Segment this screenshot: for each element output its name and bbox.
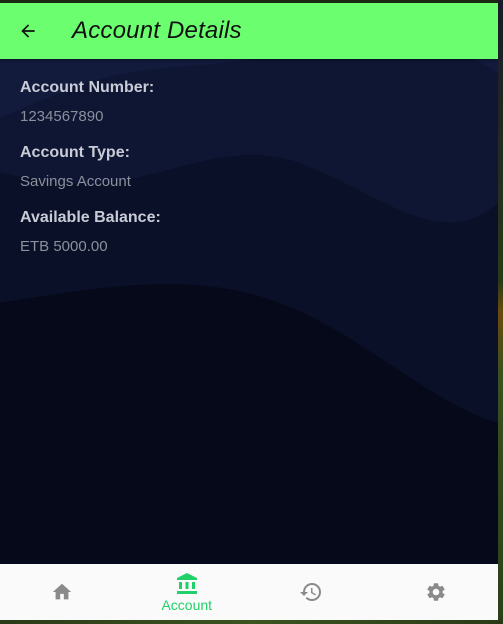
page-title: Account Details [72, 17, 242, 44]
nav-item-account[interactable]: Account [125, 564, 250, 620]
desktop-wallpaper-edge [498, 0, 503, 624]
available-balance-field: Available Balance: ETB 5000.00 [20, 207, 161, 258]
bank-icon [176, 572, 197, 594]
field-value: ETB 5000.00 [20, 238, 108, 255]
nav-item-history[interactable] [249, 564, 374, 620]
gear-icon [427, 583, 445, 601]
field-label: Account Type: [20, 144, 130, 161]
back-button[interactable] [0, 3, 56, 59]
field-label: Account Number: [20, 79, 155, 96]
bottom-navigation: Account [0, 564, 498, 620]
history-icon [300, 583, 322, 601]
nav-item-settings[interactable] [374, 564, 499, 620]
app-bar: Account Details [0, 3, 498, 59]
account-details-list: Account Number: 1234567890 Account Type:… [20, 77, 161, 272]
field-label: Available Balance: [20, 209, 161, 226]
app-window: Account Details Account Number: 12345678… [0, 3, 498, 620]
field-value: 1234567890 [20, 108, 104, 125]
field-value: Savings Account [20, 173, 131, 190]
account-number-field: Account Number: 1234567890 [20, 77, 161, 128]
nav-item-home[interactable] [0, 564, 125, 620]
nav-label-account: Account [161, 596, 213, 613]
arrow-left-icon [21, 24, 35, 38]
account-type-field: Account Type: Savings Account [20, 142, 161, 193]
home-icon [53, 583, 72, 600]
